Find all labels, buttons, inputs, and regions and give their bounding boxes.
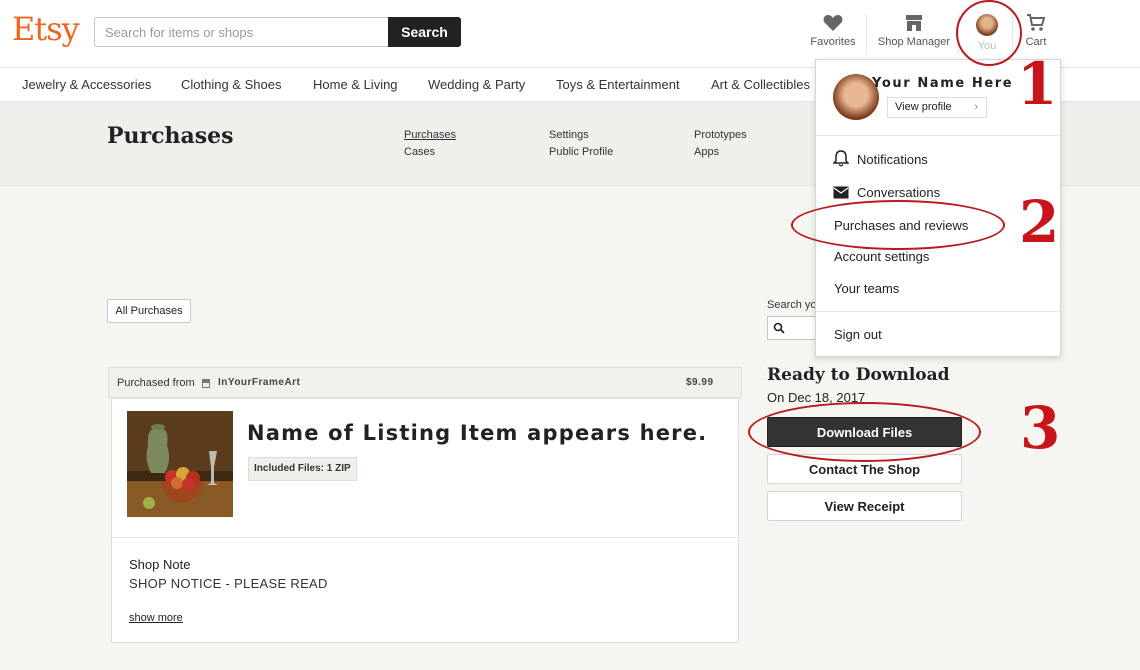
annotation-circle-3	[748, 402, 981, 462]
order-header: Purchased from InYourFrameArt $9.99	[108, 367, 742, 398]
shop-manager-label: Shop Manager	[877, 36, 951, 48]
order-card: Name of Listing Item appears here. Inclu…	[111, 398, 739, 643]
sublink-public-profile[interactable]: Public Profile	[549, 146, 613, 158]
sublink-purchases[interactable]: Purchases	[404, 129, 456, 141]
view-profile-button[interactable]: View profile ›	[887, 97, 987, 118]
cart-icon	[1027, 14, 1046, 31]
shop-icon	[906, 15, 922, 31]
annotation-number-2: 2	[1019, 188, 1060, 256]
view-receipt-button[interactable]: View Receipt	[767, 491, 962, 521]
menu-notifications[interactable]: Notifications	[857, 152, 928, 167]
shop-note-label: Shop Note	[129, 557, 191, 572]
search-button[interactable]: Search	[388, 17, 461, 47]
card-divider	[111, 537, 739, 538]
cart-link[interactable]: Cart	[1018, 14, 1054, 48]
shop-icon	[202, 379, 210, 388]
header-divider	[866, 14, 867, 54]
sublink-apps[interactable]: Apps	[694, 146, 719, 158]
menu-your-teams[interactable]: Your teams	[834, 281, 899, 296]
category-clothing[interactable]: Clothing & Shoes	[181, 77, 281, 92]
category-jewelry[interactable]: Jewelry & Accessories	[22, 77, 151, 92]
profile-name: Your Name Here	[872, 76, 1014, 91]
menu-sign-out[interactable]: Sign out	[834, 327, 882, 342]
annotation-circle-2	[791, 200, 1005, 250]
etsy-logo[interactable]: Etsy	[12, 10, 80, 48]
favorites-link[interactable]: Favorites	[806, 14, 860, 48]
search-icon	[773, 322, 785, 334]
shop-name-link[interactable]: InYourFrameArt	[218, 377, 300, 388]
envelope-icon	[833, 186, 849, 199]
annotation-number-3: 3	[1020, 394, 1061, 462]
sublink-settings[interactable]: Settings	[549, 129, 589, 141]
shop-note-text: SHOP NOTICE - PLEASE READ	[129, 576, 328, 591]
bell-icon	[833, 150, 849, 167]
annotation-circle-1	[956, 0, 1022, 66]
category-wedding[interactable]: Wedding & Party	[428, 77, 525, 92]
chevron-right-icon: ›	[974, 101, 978, 113]
page-title: Purchases	[107, 123, 234, 149]
ready-to-download-title: Ready to Download	[767, 365, 950, 385]
annotation-number-1: 1	[1017, 50, 1058, 118]
category-toys[interactable]: Toys & Entertainment	[556, 77, 680, 92]
cart-label: Cart	[1025, 36, 1047, 48]
category-home[interactable]: Home & Living	[313, 77, 398, 92]
order-price: $9.99	[686, 377, 714, 388]
all-purchases-filter[interactable]: All Purchases	[107, 299, 191, 323]
favorites-label: Favorites	[810, 36, 856, 48]
listing-title[interactable]: Name of Listing Item appears here.	[247, 421, 707, 445]
search-orders-label: Search yo	[767, 299, 817, 311]
sublink-prototypes[interactable]: Prototypes	[694, 129, 747, 141]
included-files-badge: Included Files: 1 ZIP	[248, 457, 357, 481]
dropdown-divider	[816, 311, 1060, 312]
shop-manager-link[interactable]: Shop Manager	[874, 14, 954, 48]
view-profile-label: View profile	[895, 101, 952, 113]
listing-thumbnail[interactable]	[127, 411, 233, 517]
show-more-link[interactable]: show more	[129, 612, 183, 624]
search-input[interactable]	[94, 17, 389, 47]
category-art[interactable]: Art & Collectibles	[711, 77, 810, 92]
purchased-from-label: Purchased from	[117, 377, 195, 389]
heart-icon	[823, 15, 843, 31]
sublink-cases[interactable]: Cases	[404, 146, 435, 158]
menu-conversations[interactable]: Conversations	[857, 185, 940, 200]
menu-account-settings[interactable]: Account settings	[834, 249, 929, 264]
dropdown-divider	[816, 135, 1060, 136]
